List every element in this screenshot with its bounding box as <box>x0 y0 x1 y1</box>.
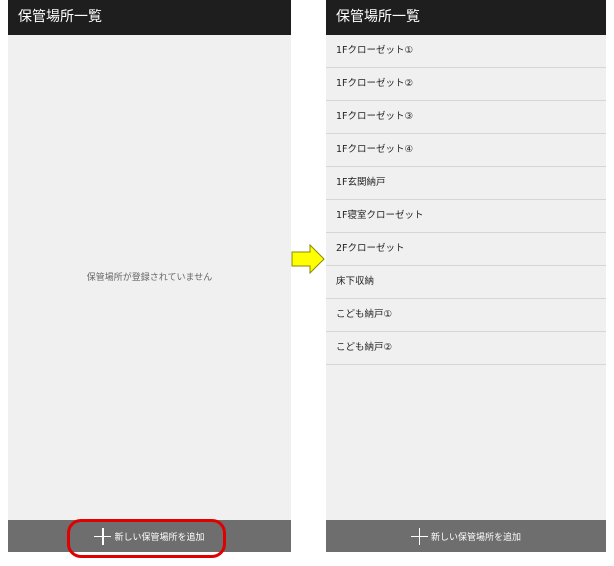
add-location-label: 新しい保管場所を追加 <box>430 532 521 543</box>
arrow-right-icon <box>291 244 325 274</box>
list-item[interactable]: 1Fクローゼット④ <box>326 134 606 167</box>
empty-list-screen: 保管場所一覧 保管場所が登録されていません 新しい保管場所を追加 <box>8 0 291 552</box>
list-item[interactable]: 1F玄関納戸 <box>326 167 606 200</box>
plus-icon <box>410 527 428 545</box>
empty-message: 保管場所が登録されていません <box>86 273 213 283</box>
list-item[interactable]: 2Fクローゼット <box>326 233 606 266</box>
list-item[interactable]: こども納戸② <box>326 332 606 365</box>
list-item[interactable]: 1Fクローゼット① <box>326 35 606 68</box>
add-location-button[interactable]: 新しい保管場所を追加 <box>326 520 606 552</box>
list-item[interactable]: 1Fクローゼット③ <box>326 101 606 134</box>
list-item[interactable]: 1F寝室クローゼット <box>326 200 606 233</box>
list-item[interactable]: こども納戸① <box>326 299 606 332</box>
page-title: 保管場所一覧 <box>8 0 291 35</box>
highlight-ring <box>67 519 226 558</box>
location-list: 1Fクローゼット① 1Fクローゼット② 1Fクローゼット③ 1Fクローゼット④ … <box>326 35 606 365</box>
list-item[interactable]: 1Fクローゼット② <box>326 68 606 101</box>
list-item[interactable]: 床下収納 <box>326 266 606 299</box>
location-list-screen: 保管場所一覧 1Fクローゼット① 1Fクローゼット② 1Fクローゼット③ 1Fク… <box>326 0 606 552</box>
page-title: 保管場所一覧 <box>326 0 606 35</box>
